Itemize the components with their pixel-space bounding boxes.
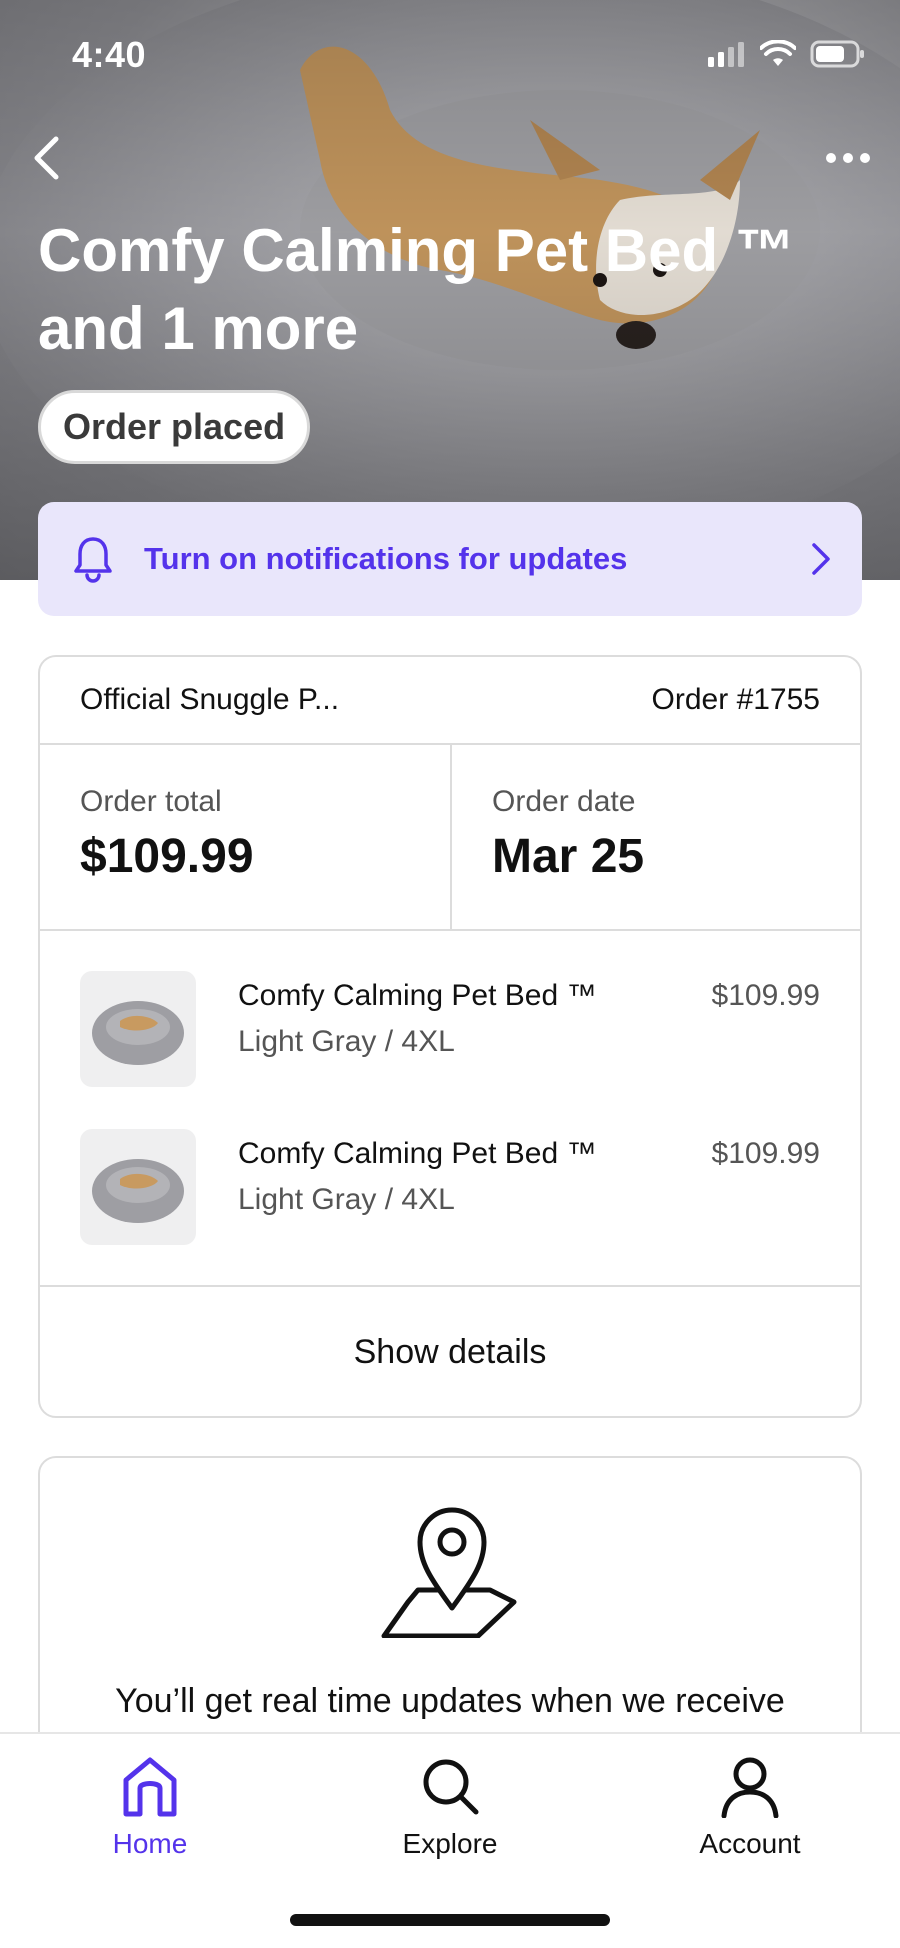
bell-icon	[74, 537, 112, 583]
product-thumbnail	[80, 1129, 196, 1245]
search-icon	[423, 1759, 479, 1815]
show-details-button[interactable]: Show details	[40, 1287, 860, 1416]
notifications-banner[interactable]: Turn on notifications for updates	[38, 502, 862, 616]
page-title: Comfy Calming Pet Bed ™ and 1 more	[38, 217, 795, 362]
battery-icon	[810, 40, 864, 68]
notifications-banner-label: Turn on notifications for updates	[144, 541, 628, 576]
product-price: $109.99	[711, 1137, 820, 1170]
signal-icon	[708, 42, 744, 67]
more-dots-icon	[826, 153, 870, 163]
shop-name: Official Snuggle P...	[80, 683, 340, 716]
order-total-label: Order total	[80, 785, 222, 818]
tab-account[interactable]: Account	[650, 1754, 850, 1860]
product-price: $109.99	[711, 979, 820, 1012]
map-pin-icon	[381, 1507, 517, 1638]
chevron-left-icon	[34, 136, 59, 180]
tab-home[interactable]: Home	[50, 1754, 250, 1860]
product-variant: Light Gray / 4XL	[238, 1183, 455, 1216]
more-options-button[interactable]	[818, 138, 878, 178]
status-icons	[706, 40, 866, 68]
product-thumbnail	[80, 971, 196, 1087]
tab-explore-label: Explore	[402, 1828, 498, 1859]
order-card-header: Official Snuggle P... Order #1755	[40, 657, 860, 745]
back-button[interactable]	[18, 130, 74, 186]
tab-explore[interactable]: Explore	[350, 1754, 550, 1860]
tab-home-label: Home	[112, 1828, 188, 1859]
order-meta: Order total $109.99 Order date Mar 25	[40, 745, 860, 931]
order-total-cell: Order total $109.99	[40, 745, 450, 929]
product-variant: Light Gray / 4XL	[238, 1025, 455, 1058]
order-summary-card: Official Snuggle P... Order #1755 Order …	[38, 655, 862, 1418]
order-date-label: Order date	[492, 785, 636, 818]
order-number: Order #1755	[651, 683, 820, 716]
status-time: 4:40	[72, 34, 147, 75]
home-icon	[123, 1757, 177, 1817]
account-icon	[721, 1757, 779, 1818]
list-item[interactable]: Comfy Calming Pet Bed ™ Light Gray / 4XL…	[40, 1129, 860, 1287]
order-date-value: Mar 25	[492, 830, 645, 883]
order-date-cell: Order date Mar 25	[450, 745, 860, 929]
order-items-list: Comfy Calming Pet Bed ™ Light Gray / 4XL…	[40, 931, 860, 1287]
wifi-icon	[760, 40, 796, 66]
updates-message: You’ll get real time updates when we rec…	[115, 1682, 785, 1720]
list-item[interactable]: Comfy Calming Pet Bed ™ Light Gray / 4XL…	[40, 971, 860, 1129]
order-status-badge: Order placed	[38, 390, 311, 464]
product-name: Comfy Calming Pet Bed ™	[238, 979, 597, 1012]
home-indicator[interactable]	[290, 1914, 610, 1926]
status-bar: 4:40	[0, 0, 900, 110]
tab-account-label: Account	[699, 1828, 801, 1859]
product-name: Comfy Calming Pet Bed ™	[238, 1137, 597, 1170]
order-total-value: $109.99	[80, 830, 254, 883]
chevron-right-icon	[812, 543, 830, 575]
